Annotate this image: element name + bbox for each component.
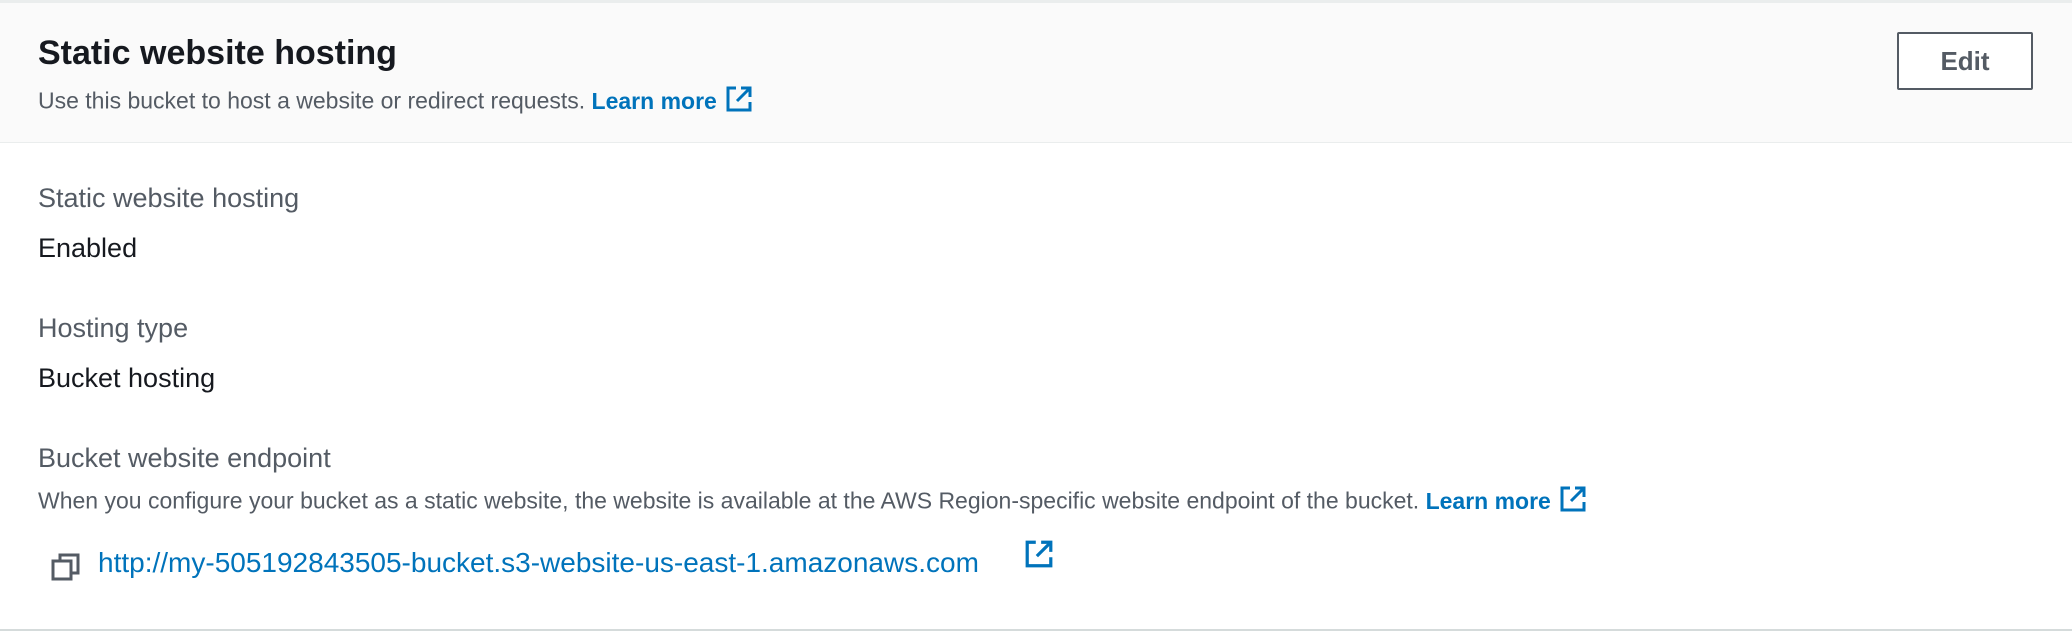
endpoint-description: When you configure your bucket as a stat… [38, 485, 1587, 520]
static-hosting-label: Static website hosting [38, 183, 300, 213]
hosting-type-label: Hosting type [38, 313, 189, 343]
endpoint-learn-more-link[interactable]: Learn more [1425, 486, 1587, 514]
panel-description-text: Use this bucket to host a website or red… [38, 87, 586, 114]
panel-header: Static website hosting Use this bucket t… [0, 3, 2072, 143]
external-link-icon[interactable] [1024, 539, 1054, 574]
static-website-hosting-panel: Static website hosting Use this bucket t… [0, 0, 2072, 631]
endpoint-url-link[interactable]: http://my-505192843505-bucket.s3-website… [98, 541, 979, 585]
endpoint-label: Bucket website endpoint [38, 443, 331, 473]
copy-icon[interactable] [50, 551, 82, 583]
endpoint-description-text: When you configure your bucket as a stat… [38, 487, 1420, 514]
header-learn-more-label: Learn more [591, 87, 717, 114]
static-hosting-value: Enabled [38, 233, 138, 263]
external-link-icon [1559, 485, 1587, 520]
panel-title: Static website hosting [38, 34, 397, 72]
edit-button[interactable]: Edit [1897, 32, 2033, 90]
hosting-type-value: Bucket hosting [38, 363, 216, 393]
panel-description: Use this bucket to host a website or red… [38, 85, 753, 120]
endpoint-learn-more-label: Learn more [1425, 487, 1551, 514]
external-link-icon [725, 85, 753, 120]
header-learn-more-link[interactable]: Learn more [591, 86, 753, 114]
